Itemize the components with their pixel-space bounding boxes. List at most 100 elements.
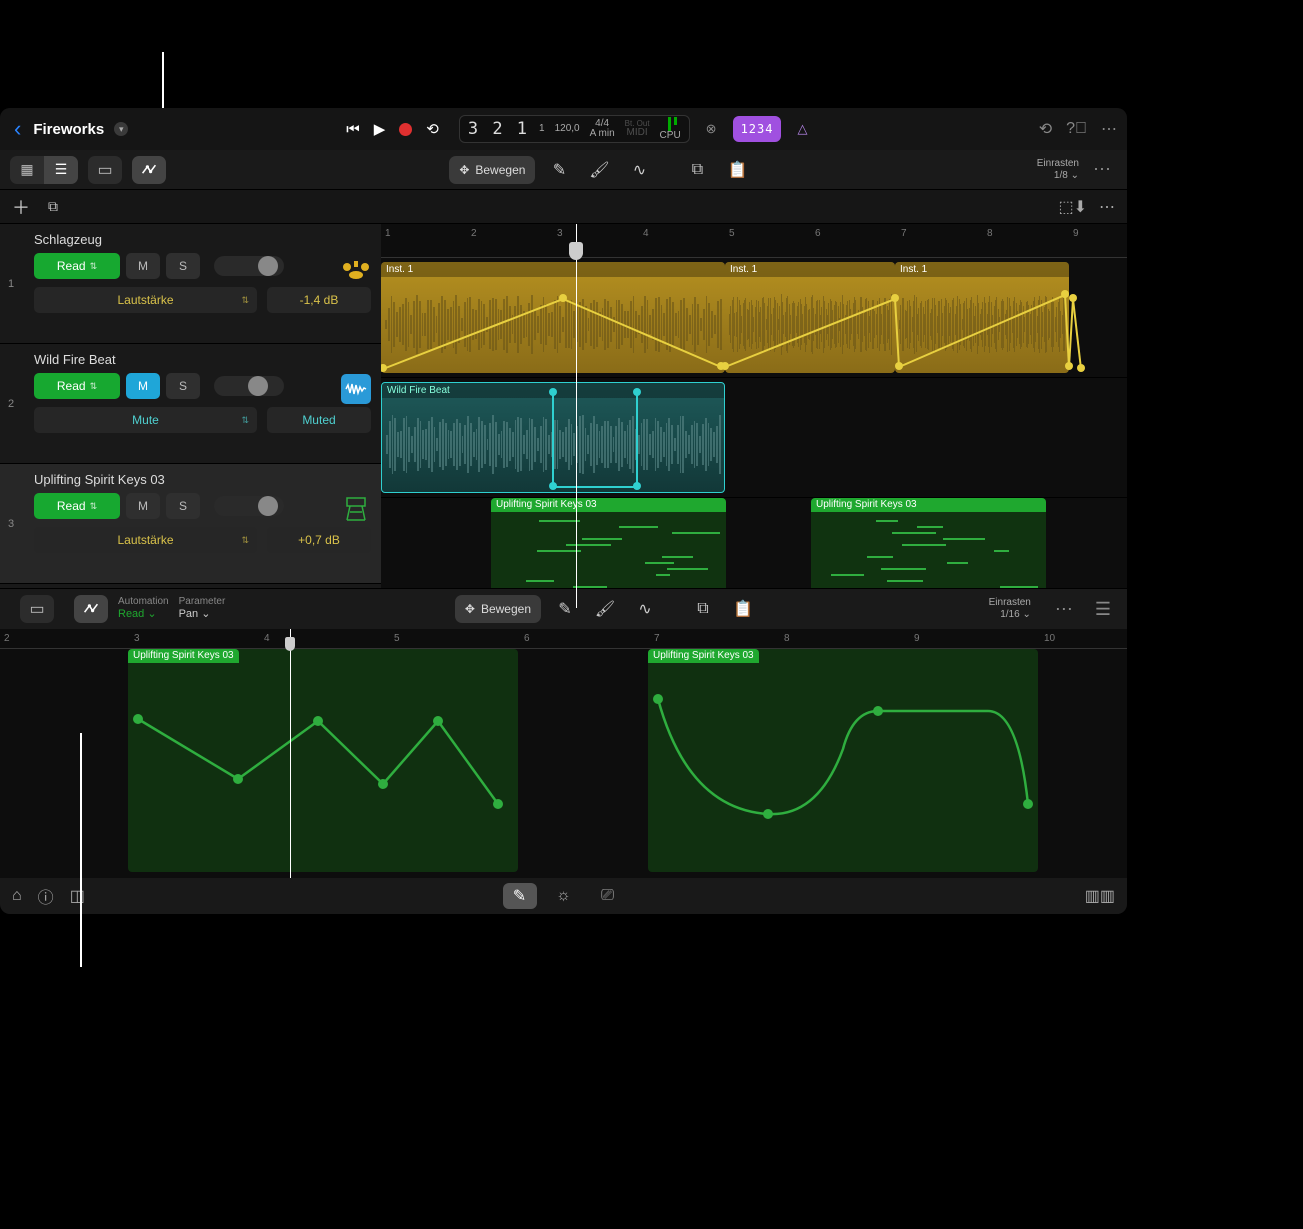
editor-more-button[interactable]: ⋯ xyxy=(1049,599,1079,620)
automation-mode-button[interactable]: Read⇅ xyxy=(34,493,120,519)
editor-lane[interactable]: 2345678910 Uplifting Spirit Keys 03 Upli… xyxy=(0,629,1127,878)
editor-playhead-handle[interactable] xyxy=(285,637,295,651)
undo-button[interactable]: ⟲ xyxy=(1039,119,1052,139)
brush-tool[interactable]: 🖌 xyxy=(583,156,615,184)
automation-segment[interactable] xyxy=(552,393,554,487)
automation-value[interactable]: +0,7 dB xyxy=(267,527,371,553)
automation-view-button[interactable] xyxy=(132,156,166,184)
project-dropdown-icon[interactable]: ▾ xyxy=(114,122,128,136)
editor-parameter-select[interactable]: Parameter Pan ⌄ xyxy=(179,596,226,621)
track-more-button[interactable]: ⋯ xyxy=(1099,197,1115,217)
editor-region[interactable]: Uplifting Spirit Keys 03 xyxy=(648,649,1038,872)
automation-value[interactable]: -1,4 dB xyxy=(267,287,371,313)
editor-list-button[interactable]: ☰ xyxy=(1089,599,1117,620)
solo-button[interactable]: S xyxy=(166,373,200,399)
editor-paste-tool[interactable]: 📋 xyxy=(727,595,759,623)
mute-button[interactable]: M xyxy=(126,373,160,399)
editor-automation-mode[interactable]: Automation Read ⌄ xyxy=(118,596,169,621)
region-view-button[interactable]: ▭ xyxy=(88,156,122,184)
editor-ruler[interactable]: 2345678910 xyxy=(0,629,1127,649)
editor-copy-tool[interactable]: ⧉ xyxy=(687,595,719,623)
playhead[interactable] xyxy=(576,224,577,608)
automation-point[interactable] xyxy=(721,362,729,370)
automation-parameter-select[interactable]: Lautstärke⇅ xyxy=(34,287,257,313)
project-title[interactable]: Fireworks xyxy=(33,121,104,138)
automation-point[interactable] xyxy=(633,482,641,490)
track-row[interactable]: 2 Wild Fire Beat Read⇅ M S Mute⇅ Muted xyxy=(0,344,381,464)
list-view-button[interactable]: ☰ xyxy=(44,156,78,184)
editor-brush-tool[interactable]: 🖌 xyxy=(589,595,621,623)
automation-point[interactable] xyxy=(891,294,899,302)
editor-region[interactable]: Uplifting Spirit Keys 03 xyxy=(128,649,518,872)
editor-curve-tool[interactable]: ∿ xyxy=(629,595,661,623)
record-button[interactable] xyxy=(399,123,412,136)
automation-point[interactable] xyxy=(549,482,557,490)
timeline-ruler[interactable]: 123456789 xyxy=(381,224,1127,258)
pencil-tool[interactable]: ✎ xyxy=(543,156,575,184)
metronome-button[interactable]: △ xyxy=(789,116,815,142)
grid-view-button[interactable]: ▦ xyxy=(10,156,44,184)
panels-icon[interactable]: ◫ xyxy=(70,886,85,906)
volume-fader[interactable] xyxy=(214,496,284,516)
mute-button[interactable]: M xyxy=(126,493,160,519)
mixer-button[interactable]: ⎚ xyxy=(591,883,625,909)
keyboard-icon[interactable]: ▥▥ xyxy=(1085,886,1115,906)
automation-curve[interactable] xyxy=(128,649,518,859)
duplicate-track-button[interactable]: ⧉ xyxy=(48,198,58,215)
editor-move-tool[interactable]: ✥Bewegen xyxy=(455,595,541,623)
move-tool-button[interactable]: ✥ Bewegen xyxy=(449,156,535,184)
automation-point[interactable] xyxy=(549,388,557,396)
automation-point[interactable] xyxy=(1069,294,1077,302)
back-button[interactable]: ‹ xyxy=(10,116,25,142)
toolbar-more-button[interactable]: ⋯ xyxy=(1087,159,1117,180)
audio-region[interactable]: Inst. 1 xyxy=(381,262,725,373)
clear-button[interactable]: ⊗ xyxy=(698,116,725,142)
playhead-handle[interactable] xyxy=(569,242,583,260)
lcd-display[interactable]: 3 2 1 1 120,0 4/4 A min Bt. Out MIDI CPU xyxy=(459,115,690,143)
info-icon[interactable]: ⓘ xyxy=(38,884,54,908)
automation-mode-button[interactable]: Read⇅ xyxy=(34,253,120,279)
automation-parameter-select[interactable]: Mute⇅ xyxy=(34,407,257,433)
automation-curve[interactable] xyxy=(648,649,1038,859)
curve-tool[interactable]: ∿ xyxy=(623,156,655,184)
brightness-button[interactable]: ☼ xyxy=(547,883,581,909)
editor-playhead[interactable] xyxy=(290,629,291,878)
copy-tool[interactable]: ⧉ xyxy=(681,156,713,184)
mute-button[interactable]: M xyxy=(126,253,160,279)
midi-region-header[interactable]: Uplifting Spirit Keys 03 xyxy=(811,498,1046,512)
solo-button[interactable]: S xyxy=(166,493,200,519)
volume-fader[interactable] xyxy=(214,376,284,396)
inbox-icon[interactable]: ⌂ xyxy=(12,887,22,905)
automation-segment[interactable] xyxy=(636,393,638,487)
track-row[interactable]: 1 Schlagzeug Read⇅ M S Lautstärke⇅ -1,4 … xyxy=(0,224,381,344)
editor-automation-view-button[interactable] xyxy=(74,595,108,623)
automation-point[interactable] xyxy=(633,388,641,396)
automation-point[interactable] xyxy=(1061,290,1069,298)
midi-region-header[interactable]: Uplifting Spirit Keys 03 xyxy=(491,498,726,512)
editor-snap-setting[interactable]: Einrasten 1/16 ⌄ xyxy=(989,597,1031,621)
automation-segment[interactable] xyxy=(1072,299,1082,369)
automation-point[interactable] xyxy=(1065,362,1073,370)
edit-tool-button[interactable]: ✎ xyxy=(503,883,537,909)
paste-tool[interactable]: 📋 xyxy=(721,156,753,184)
automation-parameter-select[interactable]: Lautstärke⇅ xyxy=(34,527,257,553)
more-menu-button[interactable]: ⋯ xyxy=(1101,119,1117,139)
tuner-button[interactable]: 1234 xyxy=(733,116,782,142)
editor-region-view-button[interactable]: ▭ xyxy=(20,595,54,623)
cycle-button[interactable]: ⟲ xyxy=(426,120,439,138)
snap-setting[interactable]: Einrasten 1/8 ⌄ xyxy=(1037,158,1079,182)
automation-value[interactable]: Muted xyxy=(267,407,371,433)
track-row[interactable]: 3 Uplifting Spirit Keys 03 Read⇅ M S Lau… xyxy=(0,464,381,584)
arrange-area[interactable]: 123456789 Inst. 1Inst. 1Inst. 1 Wild Fir… xyxy=(381,224,1127,608)
automation-mode-button[interactable]: Read⇅ xyxy=(34,373,120,399)
play-button[interactable]: ▶ xyxy=(374,120,386,138)
add-track-button[interactable]: ＋ xyxy=(12,194,30,220)
automation-point[interactable] xyxy=(895,362,903,370)
volume-fader[interactable] xyxy=(214,256,284,276)
automation-point[interactable] xyxy=(559,294,567,302)
rewind-button[interactable]: ⏮ xyxy=(346,121,360,138)
automation-point[interactable] xyxy=(1077,364,1085,372)
help-button[interactable]: ?⃝ xyxy=(1066,120,1087,138)
automation-segment[interactable] xyxy=(553,486,637,488)
track-inbox-button[interactable]: ⬚⬇ xyxy=(1058,197,1087,217)
